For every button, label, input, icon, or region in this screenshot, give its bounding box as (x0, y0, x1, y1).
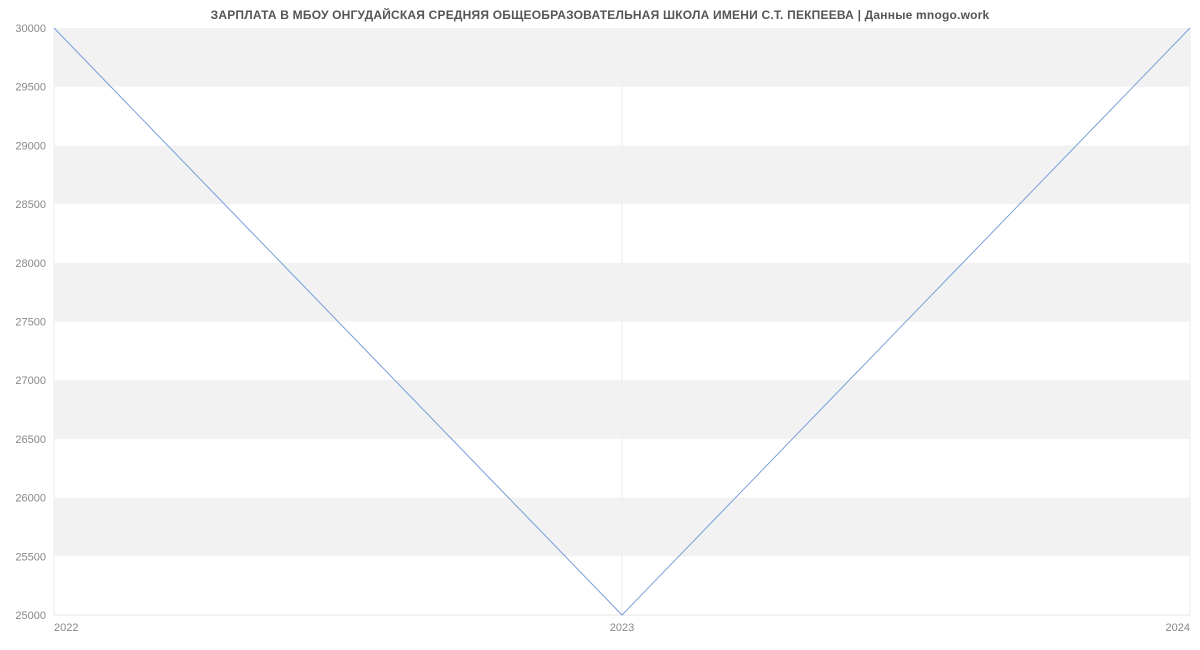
chart-container: ЗАРПЛАТА В МБОУ ОНГУДАЙСКАЯ СРЕДНЯЯ ОБЩЕ… (0, 0, 1200, 650)
x-tick-label: 2023 (610, 622, 634, 634)
chart-title: ЗАРПЛАТА В МБОУ ОНГУДАЙСКАЯ СРЕДНЯЯ ОБЩЕ… (0, 8, 1200, 22)
y-tick-label: 25000 (15, 610, 46, 622)
y-tick-label: 29000 (15, 140, 46, 152)
y-tick-label: 29500 (15, 82, 46, 94)
y-tick-label: 28500 (15, 199, 46, 211)
y-tick-label: 25500 (15, 551, 46, 563)
y-tick-label: 26000 (15, 493, 46, 505)
y-tick-label: 27500 (15, 317, 46, 329)
x-tick-label: 2024 (1166, 622, 1190, 634)
y-tick-label: 26500 (15, 434, 46, 446)
y-tick-label: 27000 (15, 375, 46, 387)
x-tick-label: 2022 (54, 622, 78, 634)
y-tick-label: 28000 (15, 258, 46, 270)
y-tick-label: 30000 (15, 23, 46, 35)
chart-svg: 25000 25500 26000 26500 27000 27500 28000 28500… (0, 0, 1200, 650)
